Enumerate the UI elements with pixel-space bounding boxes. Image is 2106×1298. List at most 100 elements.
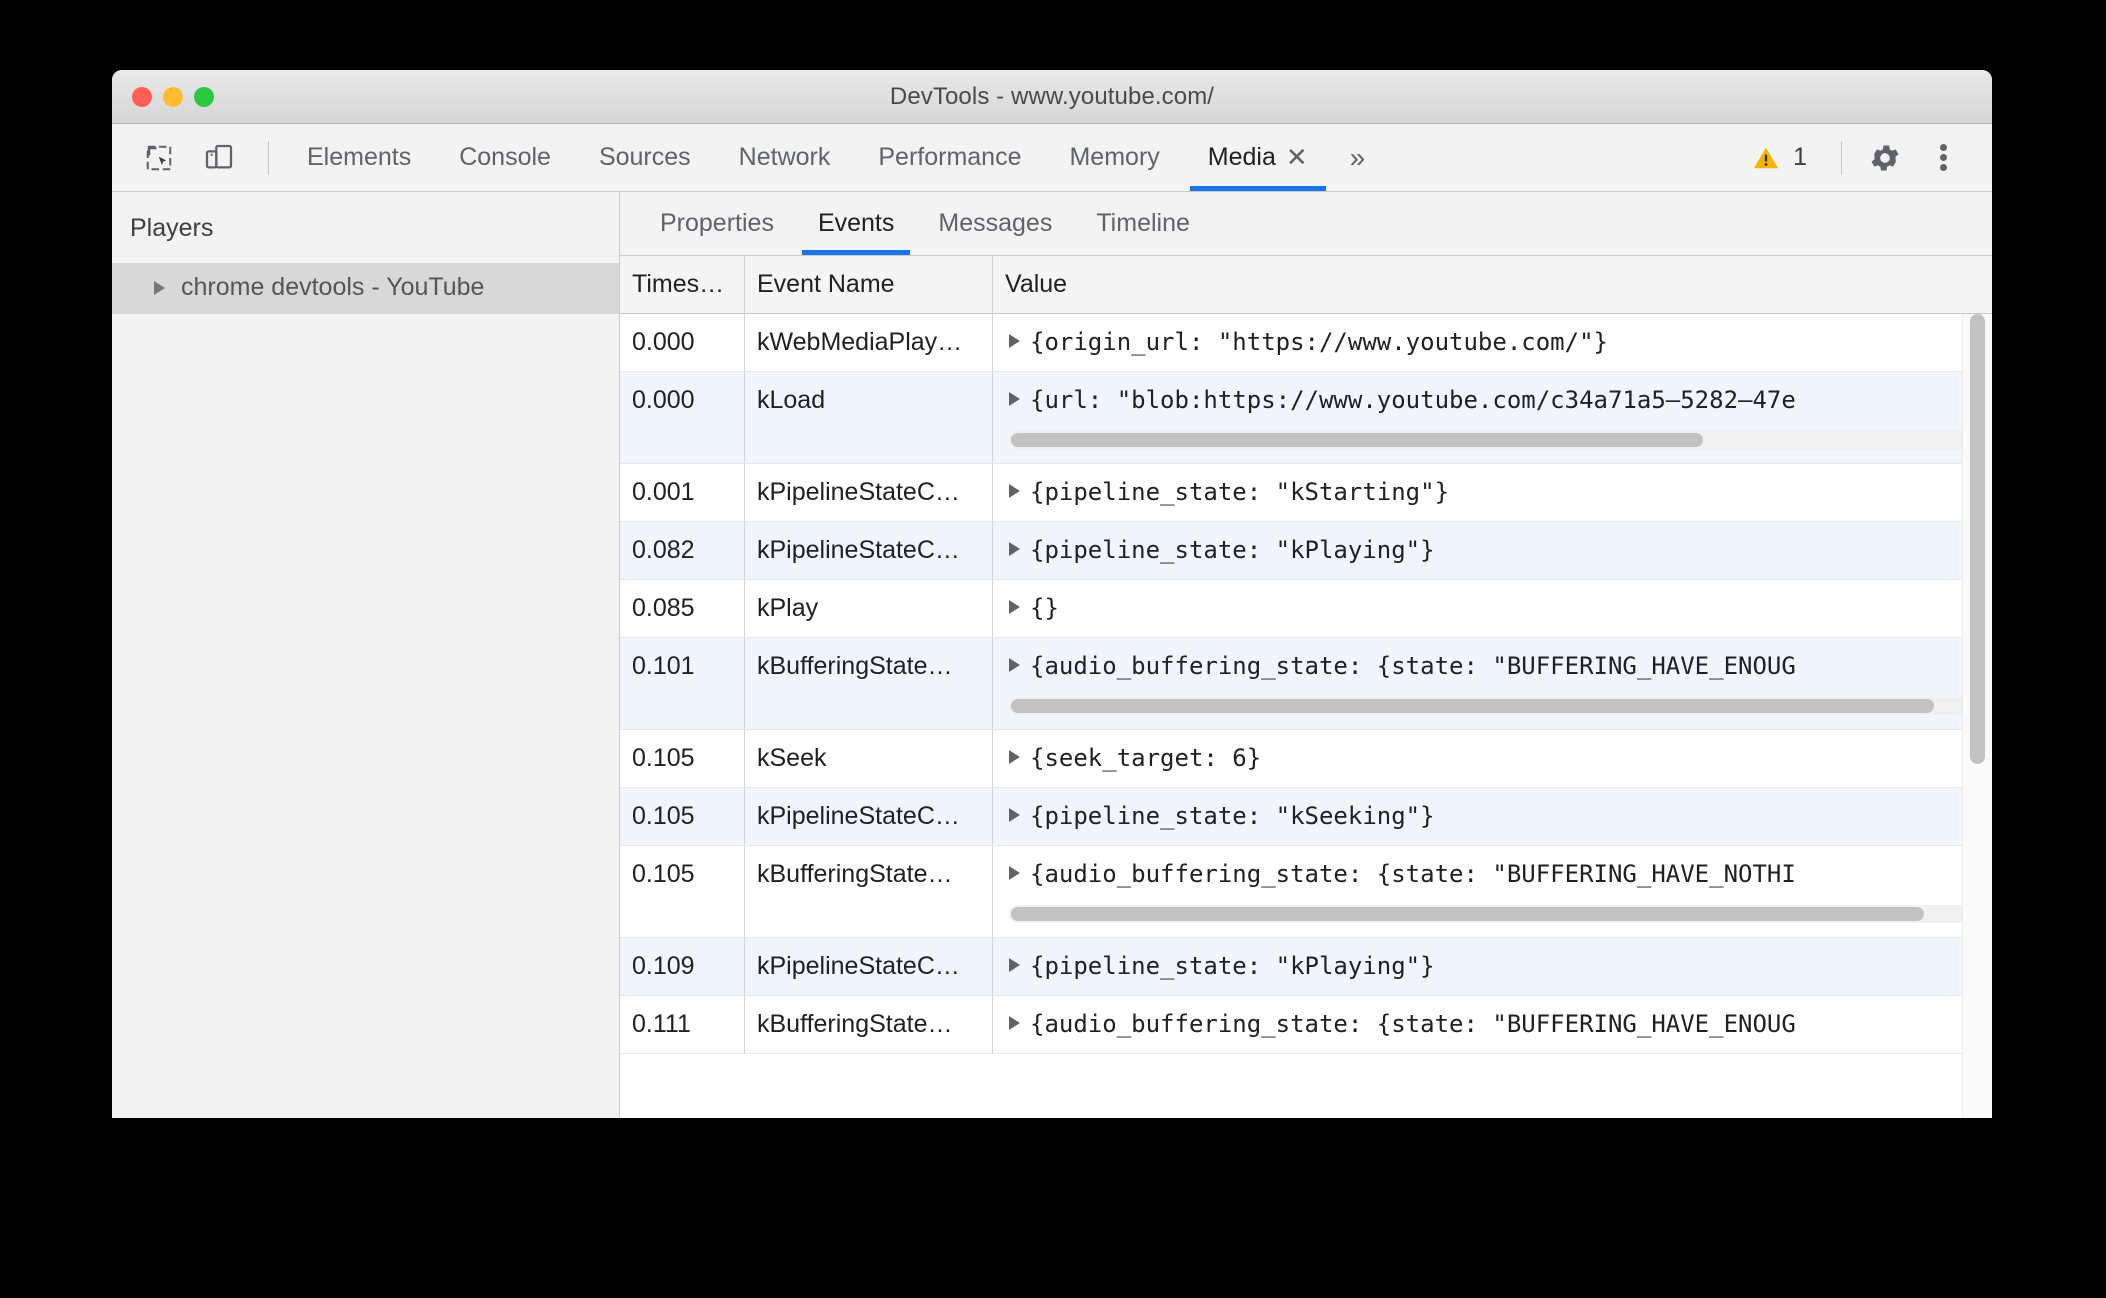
tab-network[interactable]: Network (715, 124, 855, 191)
tab-sources[interactable]: Sources (575, 124, 715, 191)
device-toolbar-button[interactable] (192, 131, 246, 185)
more-options-button[interactable] (1914, 129, 1972, 187)
value-text: {pipeline_state: "kPlaying"} (1030, 536, 1435, 564)
tab-console[interactable]: Console (435, 124, 575, 191)
table-row[interactable]: 0.111 kBufferingState… {audio_buffering_st… (620, 996, 1992, 1054)
expand-triangle-icon[interactable] (1009, 808, 1020, 822)
tab-label: Sources (598, 143, 691, 171)
subtab-events[interactable]: Events (796, 192, 916, 255)
cell-event-name: kPipelineStateC… (745, 522, 993, 579)
cell-event-name: kLoad (745, 372, 993, 463)
table-row[interactable]: 0.105 kSeek {seek_target: 6} (620, 730, 1992, 788)
media-panel: Players chrome devtools - YouTube Proper… (112, 192, 1992, 1118)
table-row[interactable]: 0.082 kPipelineStateC… {pipeline_state: "k… (620, 522, 1992, 580)
cell-value[interactable]: {pipeline_state: "kPlaying"} (993, 522, 1992, 579)
media-content: Properties Events Messages Timeline Time… (620, 192, 1992, 1118)
cell-timestamp: 0.085 (620, 580, 745, 637)
expand-triangle-icon[interactable] (1009, 484, 1020, 498)
warning-count: 1 (1793, 143, 1807, 171)
cell-event-name: kBufferingState… (745, 846, 993, 937)
tab-label: Elements (307, 143, 412, 171)
device-toolbar-icon (205, 144, 233, 168)
chevron-double-right-icon: » (1349, 141, 1366, 173)
cell-event-name: kWebMediaPlay… (745, 314, 993, 371)
cell-timestamp: 0.001 (620, 464, 745, 521)
value-text: {pipeline_state: "kPlaying"} (1030, 952, 1435, 980)
warning-triangle-icon (1753, 147, 1779, 168)
table-row[interactable]: 0.001 kPipelineStateC… {pipeline_state: "k… (620, 464, 1992, 522)
cell-event-name: kPipelineStateC… (745, 938, 993, 995)
cell-event-name: kPipelineStateC… (745, 788, 993, 845)
expand-triangle-icon[interactable] (1009, 392, 1020, 406)
table-row[interactable]: 0.000 kWebMediaPlay… {origin_url: "https:/… (620, 314, 1992, 372)
table-body: 0.000 kWebMediaPlay… {origin_url: "https:/… (620, 314, 1992, 1118)
cell-timestamp: 0.109 (620, 938, 745, 995)
value-horizontal-scrollbar[interactable] (1009, 697, 1970, 715)
warnings-button[interactable]: 1 (1733, 143, 1825, 172)
inspect-element-button[interactable] (132, 131, 186, 185)
cell-timestamp: 0.101 (620, 638, 745, 729)
cell-value[interactable]: {pipeline_state: "kPlaying"} (993, 938, 1992, 995)
subtab-properties[interactable]: Properties (638, 192, 796, 255)
value-text: {seek_target: 6} (1030, 744, 1262, 772)
inspect-element-icon (146, 145, 172, 170)
expand-triangle-icon[interactable] (1009, 750, 1020, 764)
cell-value[interactable]: {seek_target: 6} (993, 730, 1992, 787)
value-horizontal-scrollbar-thumb[interactable] (1011, 433, 1703, 447)
value-horizontal-scrollbar[interactable] (1009, 905, 1970, 923)
tab-performance[interactable]: Performance (854, 124, 1045, 191)
expand-triangle-icon[interactable] (1009, 866, 1020, 880)
value-text: {audio_buffering_state: {state: "BUFFERI… (1030, 860, 1796, 888)
expand-triangle-icon[interactable] (1009, 658, 1020, 672)
cell-value[interactable]: {audio_buffering_state: {state: "BUFFERI… (993, 846, 1992, 937)
cell-value[interactable]: {audio_buffering_state: {state: "BUFFERI… (993, 638, 1992, 729)
cell-value[interactable]: {} (993, 580, 1992, 637)
expand-triangle-icon[interactable] (1009, 334, 1020, 348)
toolbar-right-buttons: 1 (1733, 124, 1992, 191)
value-text: {audio_buffering_state: {state: "BUFFERI… (1030, 652, 1796, 680)
more-tabs-button[interactable]: » (1332, 124, 1384, 191)
vertical-scrollbar[interactable] (1962, 314, 1992, 1118)
players-heading: Players (130, 214, 214, 242)
tab-media[interactable]: Media ✕ (1184, 124, 1332, 191)
subtab-timeline[interactable]: Timeline (1074, 192, 1212, 255)
table-row[interactable]: 0.105 kBufferingState… {audio_buffering_st… (620, 846, 1992, 938)
table-row[interactable]: 0.105 kPipelineStateC… {pipeline_state: "k… (620, 788, 1992, 846)
value-text: {pipeline_state: "kSeeking"} (1030, 802, 1435, 830)
table-row[interactable]: 0.000 kLoad {url: "blob:https://www.youtub… (620, 372, 1992, 464)
tab-memory[interactable]: Memory (1045, 124, 1183, 191)
expand-triangle-icon[interactable] (1009, 958, 1020, 972)
value-horizontal-scrollbar-thumb[interactable] (1011, 699, 1934, 713)
close-icon[interactable]: ✕ (1286, 144, 1308, 170)
subtab-label: Properties (660, 209, 774, 237)
subtab-label: Messages (938, 209, 1053, 237)
subtab-label: Events (817, 209, 895, 237)
value-horizontal-scrollbar[interactable] (1009, 431, 1970, 449)
expand-triangle-icon[interactable] (1009, 600, 1020, 614)
settings-button[interactable] (1856, 129, 1914, 187)
panel-tabs: Elements Console Sources Network Perform… (283, 124, 1383, 191)
column-header-value[interactable]: Value (993, 256, 1992, 313)
value-text: {origin_url: "https://www.youtube.com/"} (1030, 328, 1608, 356)
column-header-timestamp[interactable]: Times… (620, 256, 745, 313)
table-row[interactable]: 0.085 kPlay {} (620, 580, 1992, 638)
vertical-scrollbar-thumb[interactable] (1970, 314, 1985, 765)
cell-value[interactable]: {audio_buffering_state: {state: "BUFFERI… (993, 996, 1992, 1053)
cell-value[interactable]: {url: "blob:https://www.youtube.com/c34a… (993, 372, 1992, 463)
table-row[interactable]: 0.101 kBufferingState… {audio_buffering_st… (620, 638, 1992, 730)
sidebar-item-player[interactable]: chrome devtools - YouTube (112, 263, 619, 314)
cell-value[interactable]: {pipeline_state: "kStarting"} (993, 464, 1992, 521)
value-horizontal-scrollbar-thumb[interactable] (1011, 907, 1924, 921)
expand-triangle-icon[interactable] (1009, 1016, 1020, 1030)
chevron-right-icon[interactable] (154, 280, 165, 295)
table-row[interactable]: 0.109 kPipelineStateC… {pipeline_state: "k… (620, 938, 1992, 996)
column-header-event-name[interactable]: Event Name (745, 256, 993, 313)
tab-elements[interactable]: Elements (283, 124, 435, 191)
tab-label: Performance (878, 143, 1022, 171)
cell-value[interactable]: {pipeline_state: "kSeeking"} (993, 788, 1992, 845)
cell-value[interactable]: {origin_url: "https://www.youtube.com/"} (993, 314, 1992, 371)
value-text: {url: "blob:https://www.youtube.com/c34a… (1030, 386, 1796, 414)
subtab-messages[interactable]: Messages (916, 192, 1074, 255)
expand-triangle-icon[interactable] (1009, 542, 1020, 556)
cell-timestamp: 0.000 (620, 372, 745, 463)
